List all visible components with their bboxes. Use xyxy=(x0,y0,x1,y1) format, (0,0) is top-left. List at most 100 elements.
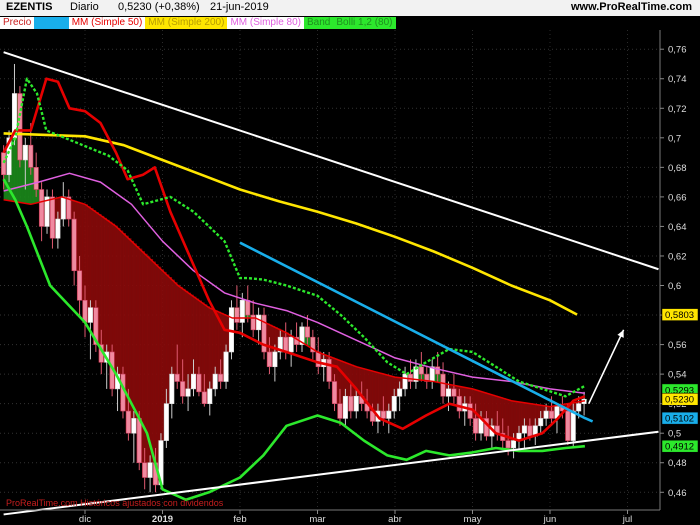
candle-body xyxy=(570,410,576,441)
x-tick-label: dic xyxy=(79,514,91,525)
cloud-segment xyxy=(150,258,154,463)
candle-body xyxy=(456,395,462,412)
candle-body xyxy=(315,351,321,368)
candle-body xyxy=(55,218,61,239)
cloud-segment xyxy=(144,253,148,478)
candle-body xyxy=(440,373,446,397)
candle-body xyxy=(445,388,451,397)
time-axis: dic 2019 feb mar abr may jun jul xyxy=(0,509,660,525)
candle-body xyxy=(234,307,240,323)
candle-body xyxy=(288,336,294,353)
cloud-segment xyxy=(163,271,167,404)
candle-body xyxy=(163,403,169,441)
candle-body xyxy=(283,336,289,353)
candle-body xyxy=(397,388,403,397)
candle-body xyxy=(239,299,245,323)
x-tick-label: abr xyxy=(388,514,402,525)
candle-body xyxy=(266,351,272,368)
candle-body xyxy=(473,418,479,434)
cloud-segment xyxy=(11,137,15,202)
candle-body xyxy=(565,410,571,441)
y-tick-label: 0,46 xyxy=(668,488,687,499)
candle-body xyxy=(1,152,7,176)
candle-body xyxy=(169,373,175,404)
candle-body xyxy=(549,410,555,419)
x-tick-label: mar xyxy=(309,514,325,525)
y-tick-label: 0,68 xyxy=(668,163,687,174)
cloud-segment xyxy=(117,227,121,375)
candle-body xyxy=(576,403,582,412)
candle-body xyxy=(337,403,343,419)
cloud-segment xyxy=(133,243,137,419)
y-tick-label: 0,76 xyxy=(668,45,687,56)
candle-body xyxy=(418,366,424,375)
x-tick-label: feb xyxy=(233,514,246,525)
candle-body xyxy=(136,418,142,464)
y-tick-label: 0,72 xyxy=(668,104,687,115)
candle-body xyxy=(256,314,262,331)
cloud-segment xyxy=(131,240,135,419)
candle-body xyxy=(543,410,549,419)
series-line xyxy=(239,241,594,423)
x-tick-label: may xyxy=(464,514,482,525)
candle-body xyxy=(467,403,473,419)
candle-body xyxy=(272,351,278,368)
y-tick-label: 0,64 xyxy=(668,222,687,233)
candle-body xyxy=(451,388,457,397)
candle-body xyxy=(402,373,408,390)
candle-body xyxy=(407,373,413,382)
y-tick-label: 0,6 xyxy=(668,281,681,292)
candle-body xyxy=(39,189,45,227)
y-tick-label: 0,7 xyxy=(668,133,681,144)
candle-body xyxy=(191,373,197,390)
projection-arrow xyxy=(588,329,625,405)
cloud-segment xyxy=(158,266,162,441)
footer-note: ProRealTime.com Históricos ajustados con… xyxy=(6,498,224,508)
candle-body xyxy=(538,418,544,427)
cloud-segment xyxy=(169,277,173,375)
x-tick-label: jul xyxy=(622,514,633,525)
candle-body xyxy=(33,167,39,190)
candle-body xyxy=(87,307,93,323)
candle-body xyxy=(60,196,66,220)
candle-body xyxy=(185,388,191,397)
price-tag-label: 0,5102 xyxy=(665,414,694,425)
candle-body xyxy=(207,388,213,404)
candle-body xyxy=(77,270,83,301)
candle-body xyxy=(174,373,180,382)
cloud-segment xyxy=(166,274,170,404)
price-tag-label: 0,5803 xyxy=(665,310,694,321)
cloud-segment xyxy=(147,256,151,463)
candle-body xyxy=(131,418,137,434)
cloud-segment xyxy=(215,310,219,375)
candle-body xyxy=(218,373,224,382)
y-tick-label: 0,66 xyxy=(668,192,687,203)
candle-body xyxy=(527,425,533,437)
x-tick-label: 2019 xyxy=(152,514,173,525)
candle-body xyxy=(332,381,338,404)
candle-body xyxy=(380,410,386,419)
cloud-segment xyxy=(160,269,164,441)
cloud-segment xyxy=(90,208,94,308)
price-tag-label: 0,4912 xyxy=(665,442,694,453)
candle-body xyxy=(505,440,511,449)
y-tick-label: 0,62 xyxy=(668,251,687,262)
y-tick-label: 0,54 xyxy=(668,370,687,381)
cloud-segment xyxy=(103,217,107,352)
candle-body xyxy=(386,410,392,419)
candle-body xyxy=(348,395,354,412)
candle-body xyxy=(353,395,359,412)
y-tick-label: 0,56 xyxy=(668,340,687,351)
candle-body xyxy=(196,373,202,393)
cloud-segment xyxy=(87,206,91,308)
y-tick-label: 0,74 xyxy=(668,74,687,85)
candle-body xyxy=(22,144,28,161)
candle-body xyxy=(142,462,148,478)
candle-body xyxy=(212,373,218,390)
candle-body xyxy=(435,366,441,375)
price-chart[interactable]: 0,760,740,720,70,680,660,640,620,60,580,… xyxy=(0,0,700,525)
cloud-segment xyxy=(171,279,175,375)
candle-body xyxy=(391,395,397,412)
cloud-segment xyxy=(106,219,110,352)
candle-body xyxy=(511,440,517,449)
